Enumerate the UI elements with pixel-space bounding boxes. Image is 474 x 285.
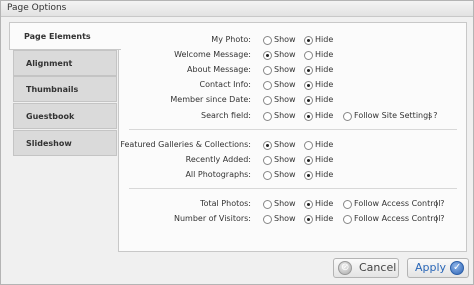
welcome-message-hide-radio[interactable] [304, 51, 313, 60]
contact-info-hide-radio[interactable] [304, 81, 313, 90]
apply-button-label: Apply [415, 261, 447, 274]
number-of-visitors-help-link[interactable]: | ? [435, 212, 444, 226]
checkmark-icon [450, 259, 464, 277]
all-photographs-label: All Photographs: [185, 170, 251, 179]
search-field-follow-radio[interactable] [343, 112, 352, 121]
total-photos-label: Total Photos: [200, 199, 251, 208]
row-featured: Featured Galleries & Collections: Show H… [1, 138, 474, 152]
row-member-since: Member since Date: Show Hide [1, 93, 474, 107]
row-all-photographs: All Photographs: Show Hide [1, 168, 474, 182]
my-photo-show-radio[interactable] [263, 36, 272, 45]
featured-hide-radio[interactable] [304, 141, 313, 150]
apply-button[interactable]: Apply [407, 258, 469, 278]
cancel-button[interactable]: Cancel [333, 258, 399, 278]
about-message-hide-radio[interactable] [304, 66, 313, 75]
number-of-visitors-hide-radio[interactable] [304, 215, 313, 224]
search-field-show-radio[interactable] [263, 112, 272, 121]
about-message-label: About Message: [187, 65, 251, 74]
dialog-title: Page Options [7, 3, 67, 13]
cancel-icon [338, 259, 352, 277]
my-photo-hide-radio[interactable] [304, 36, 313, 45]
number-of-visitors-label: Number of Visitors: [173, 214, 251, 223]
member-since-label: Member since Date: [170, 95, 251, 104]
row-total-photos: Total Photos: Show Hide Follow Access Co… [1, 197, 474, 211]
member-since-show-radio[interactable] [263, 96, 272, 105]
section-divider-1 [129, 129, 457, 130]
search-field-hide-radio[interactable] [304, 112, 313, 121]
tab-page-elements[interactable]: Page Elements [9, 22, 121, 50]
row-about-message: About Message: Show Hide [1, 63, 474, 77]
total-photos-follow-radio[interactable] [343, 200, 352, 209]
number-of-visitors-show-radio[interactable] [263, 215, 272, 224]
search-field-help-link[interactable]: | ? [428, 109, 437, 123]
search-field-label: Search field: [201, 111, 251, 120]
recently-added-label: Recently Added: [185, 155, 251, 164]
title-bar: Page Options [1, 1, 473, 17]
page-options-dialog: Page Options Page Elements Alignment Thu… [0, 0, 474, 285]
featured-show-radio[interactable] [263, 141, 272, 150]
cancel-button-label: Cancel [359, 261, 397, 274]
total-photos-show-radio[interactable] [263, 200, 272, 209]
total-photos-hide-radio[interactable] [304, 200, 313, 209]
row-number-of-visitors: Number of Visitors: Show Hide Follow Acc… [1, 212, 474, 226]
row-search-field: Search field: Show Hide Follow Site Sett… [1, 109, 474, 123]
welcome-message-show-radio[interactable] [263, 51, 272, 60]
section-divider-2 [129, 188, 457, 189]
my-photo-label: My Photo: [211, 35, 251, 44]
number-of-visitors-follow-radio[interactable] [343, 215, 352, 224]
contact-info-show-radio[interactable] [263, 81, 272, 90]
recently-added-hide-radio[interactable] [304, 156, 313, 165]
row-recently-added: Recently Added: Show Hide [1, 153, 474, 167]
row-contact-info: Contact Info: Show Hide [1, 78, 474, 92]
welcome-message-label: Welcome Message: [174, 50, 251, 59]
all-photographs-hide-radio[interactable] [304, 171, 313, 180]
all-photographs-show-radio[interactable] [263, 171, 272, 180]
total-photos-help-link[interactable]: | ? [435, 197, 444, 211]
contact-info-label: Contact Info: [199, 80, 251, 89]
recently-added-show-radio[interactable] [263, 156, 272, 165]
about-message-show-radio[interactable] [263, 66, 272, 75]
featured-label: Featured Galleries & Collections: [120, 140, 251, 149]
member-since-hide-radio[interactable] [304, 96, 313, 105]
